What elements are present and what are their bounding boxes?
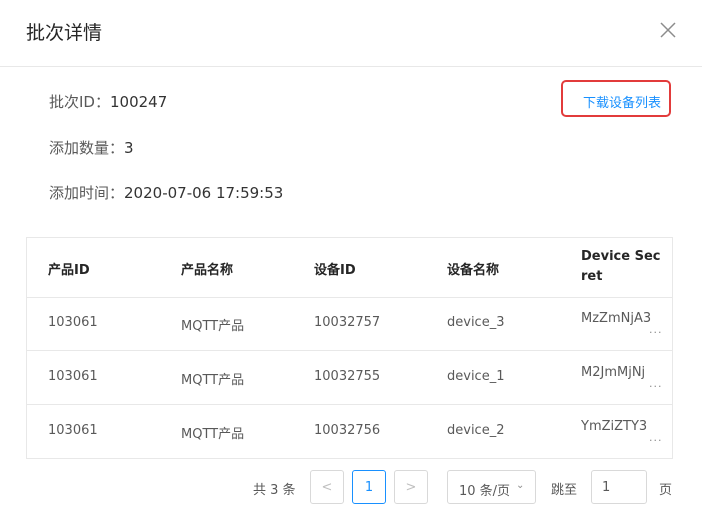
add-count-line: 添加数量：3 <box>49 137 134 158</box>
pagination-page-1[interactable]: 1 <box>352 470 386 504</box>
download-highlight-box: 下载设备列表 <box>561 80 671 117</box>
cell-ellipsis: ... <box>649 431 663 444</box>
table-row: 103061 MQTT产品 10032757 device_3 MzZmNjA3… <box>27 297 672 351</box>
table-row: 103061 MQTT产品 10032756 device_2 YmZiZTY3… <box>27 405 672 458</box>
jump-page-input[interactable] <box>591 470 647 504</box>
cell-product-name: MQTT产品 <box>181 319 245 334</box>
table-header: 产品ID 产品名称 设备ID 设备名称 Device Sec ret <box>27 238 672 298</box>
add-time-line: 添加时间：2020-07-06 17:59:53 <box>49 182 283 203</box>
download-device-list-link[interactable]: 下载设备列表 <box>583 92 661 111</box>
page-size-select[interactable]: 10 条/页 ⌄ <box>447 470 536 504</box>
cell-device-name: device_2 <box>447 423 505 438</box>
column-header-device-secret-line1: Device Sec <box>581 249 661 264</box>
page-size-value: 10 条/页 <box>459 484 511 499</box>
add-count-value: 3 <box>124 139 134 157</box>
modal-header: 批次详情 <box>0 0 702 67</box>
cell-product-id: 103061 <box>48 369 98 384</box>
cell-product-name: MQTT产品 <box>181 427 245 442</box>
cell-device-id: 10032756 <box>314 423 381 438</box>
modal-title: 批次详情 <box>26 22 103 44</box>
add-count-label: 添加数量： <box>49 139 125 157</box>
close-icon[interactable] <box>656 18 680 42</box>
cell-ellipsis: ... <box>649 323 663 336</box>
chevron-right-icon: > <box>405 479 417 495</box>
batch-id-value: 100247 <box>109 93 168 111</box>
column-header-product-id: 产品ID <box>48 263 90 278</box>
column-header-product-name: 产品名称 <box>181 263 234 278</box>
cell-ellipsis: ... <box>649 377 663 390</box>
column-header-device-secret-line2: ret <box>581 269 603 284</box>
jump-to-label: 跳至 <box>551 483 578 498</box>
add-time-label: 添加时间： <box>49 184 125 202</box>
cell-device-id: 10032755 <box>314 369 381 384</box>
pagination-next-button[interactable]: > <box>394 470 428 504</box>
page-unit-label: 页 <box>659 483 673 498</box>
cell-device-name: device_3 <box>447 315 505 330</box>
cell-device-name: device_1 <box>447 369 505 384</box>
cell-product-id: 103061 <box>48 315 98 330</box>
batch-id-line: 批次ID：100247 <box>49 91 167 112</box>
device-table: 产品ID 产品名称 设备ID 设备名称 Device Sec ret 10306… <box>26 237 673 459</box>
batch-detail-modal: 批次详情 批次ID：100247 添加数量：3 添加时间：2020-07-06 … <box>0 0 702 519</box>
cell-device-id: 10032757 <box>314 315 381 330</box>
cell-product-name: MQTT产品 <box>181 373 245 388</box>
column-header-device-id: 设备ID <box>314 263 356 278</box>
pagination-total: 共 3 条 <box>253 483 296 498</box>
chevron-left-icon: < <box>321 479 333 495</box>
chevron-down-icon: ⌄ <box>516 480 525 491</box>
table-row: 103061 MQTT产品 10032755 device_1 M2JmMjNj… <box>27 351 672 405</box>
batch-id-label: 批次ID： <box>49 93 110 111</box>
cell-product-id: 103061 <box>48 423 98 438</box>
pagination-prev-button[interactable]: < <box>310 470 344 504</box>
column-header-device-name: 设备名称 <box>447 263 500 278</box>
add-time-value: 2020-07-06 17:59:53 <box>124 184 284 202</box>
